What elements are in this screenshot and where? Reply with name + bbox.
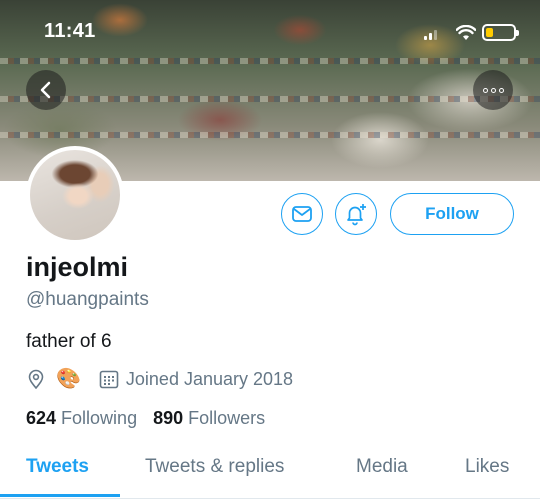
following-count[interactable]: 624 <box>26 408 56 429</box>
message-button[interactable] <box>281 193 323 235</box>
location-pin-icon <box>28 369 44 389</box>
profile-bio: father of 6 <box>26 331 112 352</box>
notifications-button[interactable] <box>335 193 377 235</box>
followers-count[interactable]: 890 <box>153 408 183 429</box>
back-button[interactable] <box>26 70 66 110</box>
follow-stats: 624 Following 890 Followers <box>26 408 281 429</box>
battery-icon <box>482 24 519 41</box>
tab-media[interactable]: Media <box>356 456 408 478</box>
status-bar: 11:41 <box>0 0 540 60</box>
banner-pattern <box>0 96 540 102</box>
follow-button[interactable]: Follow <box>390 193 514 235</box>
mail-icon <box>292 206 312 222</box>
bell-plus-icon <box>347 204 366 226</box>
following-label[interactable]: Following <box>61 408 137 429</box>
tab-likes[interactable]: Likes <box>465 456 509 478</box>
more-options-button[interactable] <box>473 70 513 110</box>
banner-pattern <box>0 132 540 138</box>
status-time: 11:41 <box>44 20 96 42</box>
profile-meta: 🎨 Joined January 2018 <box>26 367 293 391</box>
profile-tabs: Tweets Tweets & replies Media Likes <box>0 446 540 499</box>
chevron-left-icon <box>40 81 51 99</box>
followers-label[interactable]: Followers <box>188 408 265 429</box>
tab-tweets-replies[interactable]: Tweets & replies <box>145 456 284 478</box>
display-name: injeolmi <box>26 252 129 282</box>
location-text: 🎨 <box>56 368 81 390</box>
user-handle: @huangpaints <box>26 289 149 310</box>
joined-date: Joined January 2018 <box>125 368 294 389</box>
wifi-icon <box>456 25 476 40</box>
active-tab-indicator <box>0 494 120 497</box>
avatar[interactable] <box>26 146 124 244</box>
more-horizontal-icon <box>482 87 504 93</box>
tab-tweets[interactable]: Tweets <box>26 456 89 478</box>
calendar-icon <box>99 370 119 389</box>
cellular-signal-icon <box>424 28 440 40</box>
